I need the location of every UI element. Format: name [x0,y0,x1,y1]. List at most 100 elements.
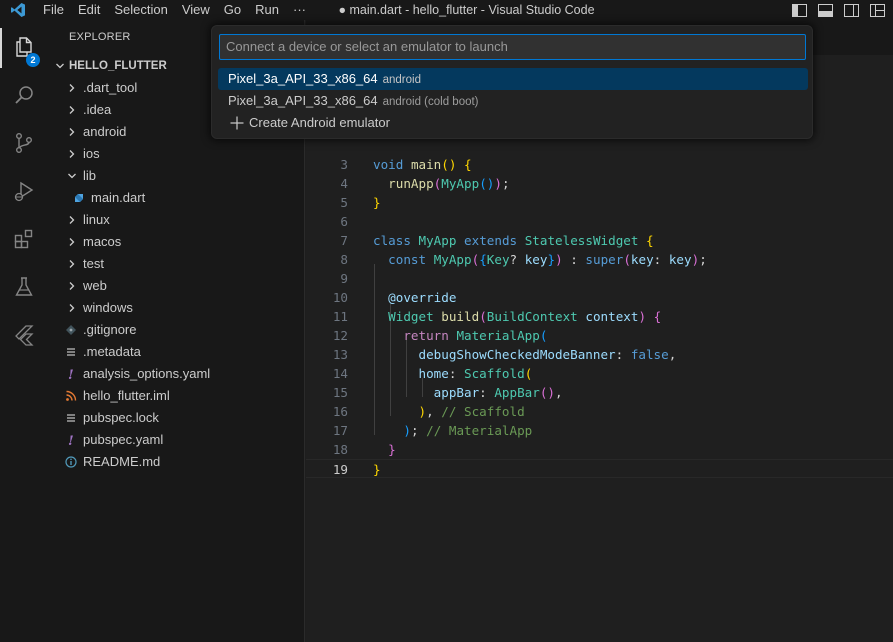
quick-pick-item-create-emulator[interactable]: Create Android emulator [218,112,808,134]
code-token: ( [623,252,631,267]
vscode-logo-icon [0,0,36,20]
code-text: debugShowCheckedModeBanner: false, [373,345,677,364]
code-token: MyApp [418,233,457,248]
folder-test[interactable]: test [48,253,304,275]
line-number: 14 [332,366,348,381]
code-token: void [373,157,404,172]
activity-extensions[interactable] [0,216,48,264]
folder-linux[interactable]: linux [48,209,304,231]
code-token: : [448,366,465,381]
activity-source-control[interactable] [0,120,48,168]
menu-bar: File Edit Selection View Go Run ··· [36,0,313,20]
tree-item-label: .idea [83,102,112,117]
code-text: ); // MaterialApp [373,421,532,440]
tree-item-label: windows [83,300,133,315]
file-pubspec-lock[interactable]: pubspec.lock [48,407,304,429]
code-token: home [418,366,449,381]
menu-item[interactable]: Run [248,0,286,20]
code-token: () [479,176,495,191]
tree-item-label: analysis_options.yaml [83,366,211,381]
chevron-right-icon [64,253,80,275]
toggle-panel-icon[interactable] [817,3,833,17]
chevron-right-icon [64,297,80,319]
code-token: false [630,347,669,362]
menu-item[interactable]: File [36,0,71,20]
menu-item[interactable]: Edit [71,0,107,20]
file-dot-gitignore[interactable]: .gitignore [48,319,304,341]
folder-macos[interactable]: macos [48,231,304,253]
code-text: const MyApp({Key? key}) : super(key: key… [373,250,707,269]
text-file-icon [63,407,79,429]
chevron-right-icon [64,121,80,143]
file-hello-flutter-iml[interactable]: hello_flutter.iml [48,385,304,407]
code-line: 12 return MaterialApp( [306,326,893,345]
code-token: key [630,252,654,267]
code-token: StatelessWidget [524,233,639,248]
code-token: Scaffold [464,366,525,381]
code-token: { [479,252,487,267]
line-number: 10 [332,290,348,305]
file-analysis-options-yaml[interactable]: ! analysis_options.yaml [48,363,304,385]
line-number: 17 [332,423,348,438]
toggle-primary-sidebar-icon[interactable] [791,3,807,17]
code-token: ; [501,176,510,191]
tree-item-label: web [83,278,107,293]
menu-item[interactable]: ··· [286,0,313,20]
quick-pick-item-label: Create Android emulator [249,115,390,130]
quick-pick-item-label: Pixel_3a_API_33_x86_64 [228,93,378,108]
code-token: : [615,347,631,362]
code-text: @override [373,288,456,307]
activity-search[interactable] [0,72,48,120]
code-line: 18 } [306,440,893,459]
gitignore-file-icon [63,319,79,341]
tree-item-label: android [83,124,127,139]
chevron-right-icon [64,209,80,231]
menu-item[interactable]: Selection [107,0,174,20]
folder-web[interactable]: web [48,275,304,297]
file-pubspec-yaml[interactable]: ! pubspec.yaml [48,429,304,451]
activity-testing[interactable] [0,264,48,312]
file-dot-metadata[interactable]: .metadata [48,341,304,363]
layout-controls [791,0,893,20]
activity-bar: 2 [0,20,48,642]
code-token: appBar [433,385,480,400]
chevron-down-icon [64,165,80,187]
code-line: 17 ); // MaterialApp [306,421,893,440]
activity-flutter[interactable] [0,312,48,360]
code-token: : [562,252,586,267]
line-number: 3 [340,157,348,172]
customize-layout-icon[interactable] [869,3,885,17]
line-number: 5 [340,195,348,210]
file-main-dart[interactable]: main.dart [48,187,304,209]
folder-lib[interactable]: lib [48,165,304,187]
code-line: 8 const MyApp({Key? key}) : super(key: k… [306,250,893,269]
menu-item[interactable]: View [175,0,217,20]
quick-pick-item-pixel-3a[interactable]: Pixel_3a_API_33_x86_64 android [218,68,808,90]
svg-text:!: ! [68,368,74,381]
menu-item[interactable]: Go [217,0,248,20]
folder-ios[interactable]: ios [48,143,304,165]
code-editor[interactable]: 3 void main() {4 runApp(MyApp()); 5} 6 7 clas… [306,55,893,642]
code-line: 13 debugShowCheckedModeBanner: false, [306,345,893,364]
quick-pick-input[interactable]: Connect a device or select an emulator t… [219,34,806,60]
code-text: class MyApp extends StatelessWidget { [373,231,654,250]
code-token: ) [494,176,502,191]
code-token: () [441,157,457,172]
activity-explorer[interactable]: 2 [0,24,48,72]
folder-windows[interactable]: windows [48,297,304,319]
line-number: 11 [332,309,348,324]
run-debug-icon [12,179,36,206]
explorer-root-label: HELLO_FLUTTER [69,60,167,72]
code-token: Widget [388,309,434,324]
quick-pick-item-pixel-3a-cold-boot[interactable]: Pixel_3a_API_33_x86_64 android (cold boot… [218,90,808,112]
toggle-secondary-sidebar-icon[interactable] [843,3,859,17]
code-token: ? [509,252,525,267]
file-readme-md[interactable]: README.md [48,451,304,473]
activity-run-debug[interactable] [0,168,48,216]
